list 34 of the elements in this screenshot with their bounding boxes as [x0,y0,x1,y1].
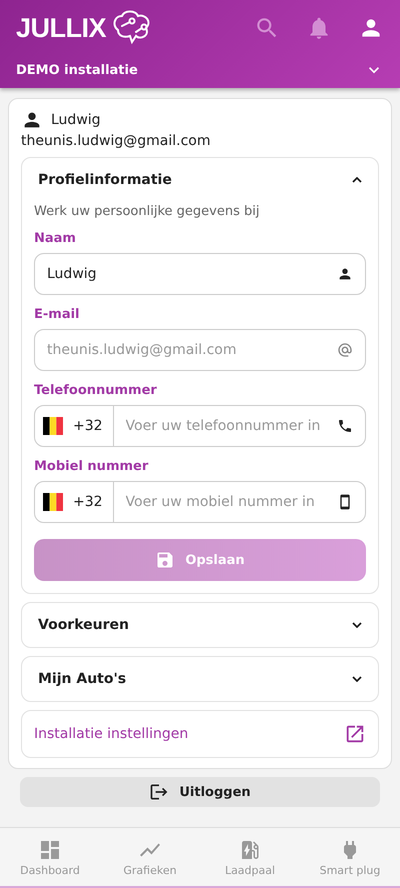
settings-link[interactable]: Installatie instellingen [21,710,379,758]
country-code-selector[interactable]: +32 [35,482,114,522]
section-subtitle: Werk uw persoonlijke gegevens bij [34,204,260,219]
chevron-down-icon [352,622,362,628]
text-input[interactable]: Ludwig [35,266,337,282]
phone-number-input[interactable]: Voer uw mobiel nummer in [114,494,337,510]
accordion-header[interactable]: Voorkeuren [22,603,378,647]
chevron-up-icon [352,177,362,183]
external-link-icon [344,723,366,745]
country-code: +32 [73,418,103,434]
phone-input-field[interactable]: +32 Voer uw mobiel nummer in [34,481,366,523]
flag-icon [43,493,63,511]
user-name: Ludwig [51,112,101,128]
logo: JULLIX [16,12,106,44]
logout-icon [149,782,170,802]
logout-button[interactable]: Uitloggen [20,777,380,807]
field-label: E-mail [34,307,81,322]
chevron-down-icon [352,676,362,682]
field-label: Naam [34,231,77,246]
field-label: Telefoonnummer [34,383,158,398]
country-code-selector[interactable]: +32 [35,406,114,446]
accordion-header[interactable]: Profielinformatie [22,158,378,202]
country-code: +32 [73,494,103,510]
phone-input-field[interactable]: +32 Voer uw telefoonnummer in [34,405,366,447]
field-label: Mobiel nummer [34,459,150,474]
phone-number-input[interactable]: Voer uw telefoonnummer in [114,418,337,434]
accordion-header[interactable]: Mijn Auto's [22,657,378,701]
at-sign-icon [337,342,353,358]
installation-selector[interactable]: DEMO installatie [16,56,384,84]
person-icon [337,266,353,282]
phone-icon [337,418,353,434]
flag-icon [43,417,63,435]
input-field[interactable]: Ludwig [34,253,366,295]
user-email: theunis.ludwig@gmail.com [21,133,212,149]
